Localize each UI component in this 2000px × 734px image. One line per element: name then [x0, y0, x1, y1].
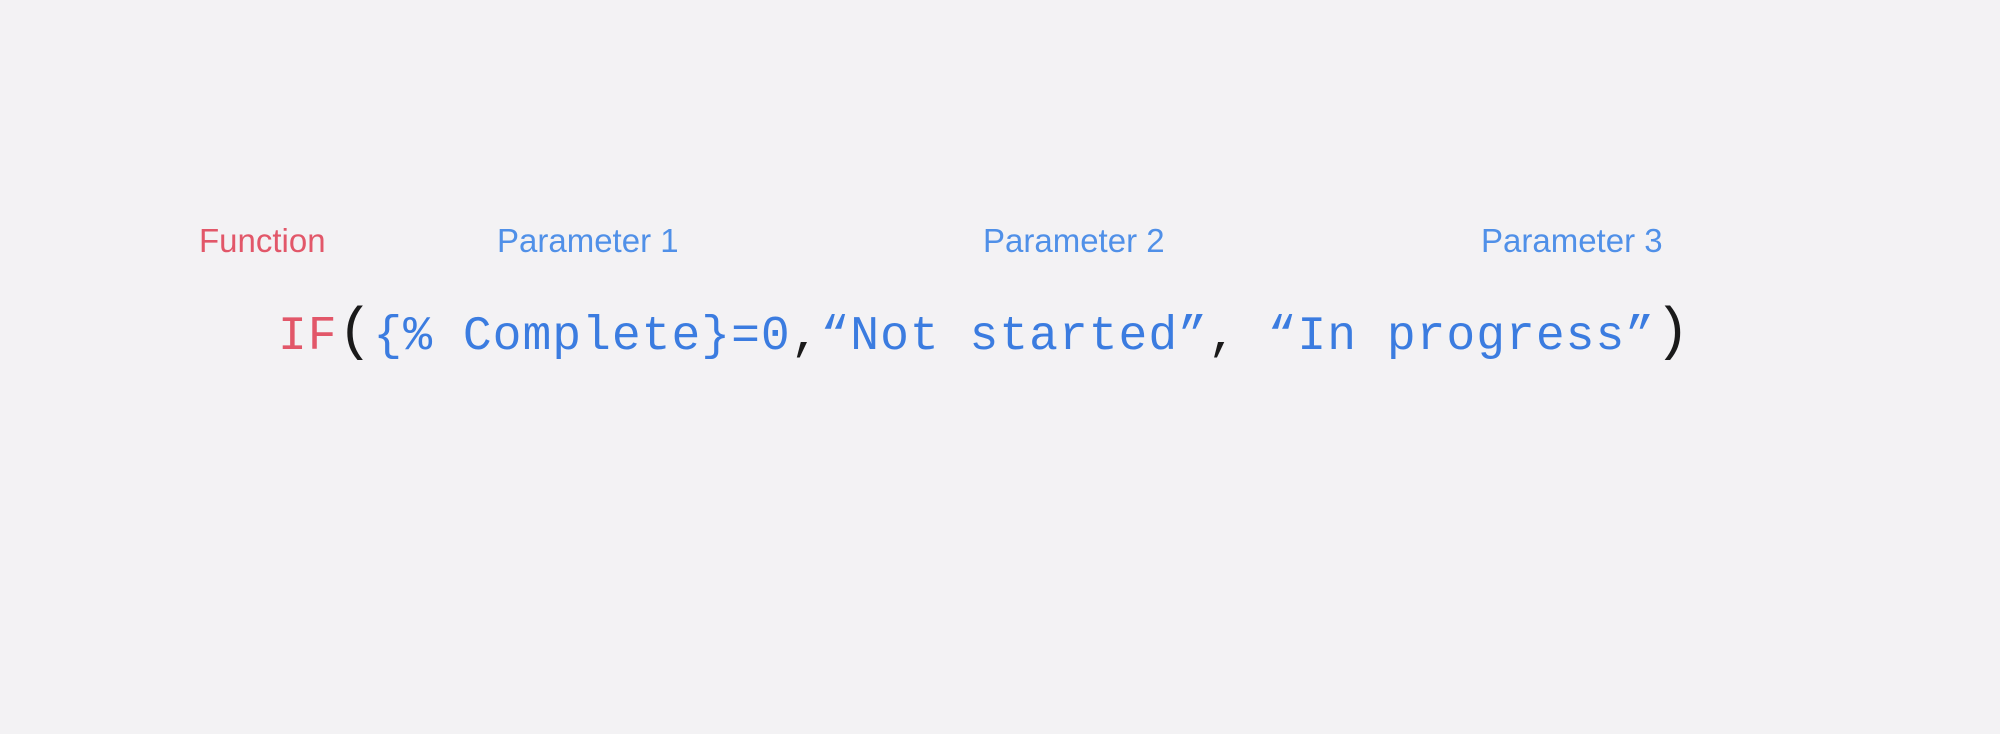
formula-anatomy-diagram: Function Parameter 1 Parameter 2 Paramet…	[0, 0, 2000, 734]
parameter-2-label: Parameter 2	[983, 222, 1165, 260]
parameter-2-value: “Not started”	[821, 310, 1208, 364]
parameter-1-value: {% Complete}=0	[373, 310, 790, 364]
parameter-1-label: Parameter 1	[497, 222, 679, 260]
parameter-3-label: Parameter 3	[1481, 222, 1663, 260]
parameter-3-value: “In progress”	[1268, 310, 1655, 364]
comma-separator: ,	[1208, 310, 1238, 364]
comma-separator: ,	[791, 310, 821, 364]
function-name: IF	[278, 310, 338, 364]
function-label: Function	[199, 222, 326, 260]
formula-expression: IF({% Complete}=0,“Not started”, “In pro…	[278, 304, 1691, 369]
open-paren: (	[338, 301, 374, 366]
close-paren: )	[1655, 301, 1691, 366]
space	[1238, 310, 1268, 364]
